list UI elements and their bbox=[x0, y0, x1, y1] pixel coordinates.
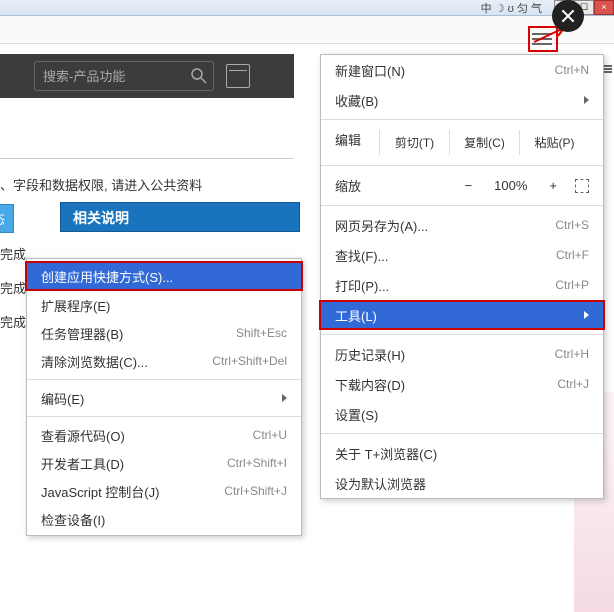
menu-find[interactable]: 查找(F)...Ctrl+F bbox=[321, 240, 603, 270]
status-cell: 完成 bbox=[0, 272, 26, 306]
submenu-encoding[interactable]: 编码(E) bbox=[27, 384, 301, 412]
menu-cut[interactable]: 剪切(T) bbox=[379, 130, 449, 155]
close-window-button[interactable]: × bbox=[594, 0, 614, 15]
zoom-in-button[interactable]: + bbox=[545, 178, 561, 193]
chevron-right-icon bbox=[584, 311, 589, 319]
menu-settings[interactable]: 设置(S) bbox=[321, 399, 603, 429]
submenu-inspect[interactable]: 检查设备(I) bbox=[27, 505, 301, 533]
menu-edit-row: 编辑 剪切(T) 复制(C) 粘贴(P) bbox=[321, 124, 603, 161]
submenu-js-console[interactable]: JavaScript 控制台(J)Ctrl+Shift+J bbox=[27, 477, 301, 505]
chevron-right-icon bbox=[282, 394, 287, 402]
menu-copy[interactable]: 复制(C) bbox=[449, 130, 519, 155]
menu-save-as[interactable]: 网页另存为(A)...Ctrl+S bbox=[321, 210, 603, 240]
submenu-task-manager[interactable]: 任务管理器(B)Shift+Esc bbox=[27, 319, 301, 347]
status-tab[interactable]: 状态 bbox=[0, 204, 14, 233]
secondary-menu-icon[interactable] bbox=[604, 64, 614, 74]
app-toolbar bbox=[0, 54, 294, 98]
submenu-create-shortcut[interactable]: 创建应用快捷方式(S)... bbox=[25, 261, 303, 291]
submenu-dev-tools[interactable]: 开发者工具(D)Ctrl+Shift+I bbox=[27, 449, 301, 477]
status-cell: 完成 bbox=[0, 238, 26, 272]
annotation-close-badge bbox=[552, 0, 584, 32]
calendar-icon[interactable] bbox=[226, 64, 250, 88]
menu-zoom-label: 缩放 bbox=[335, 176, 461, 195]
search-box[interactable] bbox=[34, 61, 214, 91]
description-header: 相关说明 bbox=[60, 202, 300, 232]
permission-notice: 、字段和数据权限, 请进入公共资料 bbox=[0, 159, 294, 204]
tools-submenu: 创建应用快捷方式(S)... 扩展程序(E) 任务管理器(B)Shift+Esc… bbox=[26, 258, 302, 536]
chevron-right-icon bbox=[584, 96, 589, 104]
search-icon[interactable] bbox=[185, 62, 213, 90]
zoom-value: 100% bbox=[490, 178, 531, 193]
ime-indicator: 中 ☽ ʊ 匀 气 bbox=[481, 0, 542, 16]
menu-print[interactable]: 打印(P)...Ctrl+P bbox=[321, 270, 603, 300]
browser-tabstrip bbox=[0, 16, 614, 44]
search-input[interactable] bbox=[35, 69, 185, 84]
submenu-extensions[interactable]: 扩展程序(E) bbox=[27, 291, 301, 319]
menu-paste[interactable]: 粘贴(P) bbox=[519, 130, 589, 155]
window-titlebar: 中 ☽ ʊ 匀 气 – ☐ × bbox=[0, 0, 614, 16]
menu-new-window[interactable]: 新建窗口(N)Ctrl+N bbox=[321, 55, 603, 85]
menu-about[interactable]: 关于 T+浏览器(C) bbox=[321, 438, 603, 468]
status-cell: 完成 bbox=[0, 306, 26, 340]
menu-favorites[interactable]: 收藏(B) bbox=[321, 85, 603, 115]
submenu-view-source[interactable]: 查看源代码(O)Ctrl+U bbox=[27, 421, 301, 449]
zoom-out-button[interactable]: − bbox=[461, 178, 477, 193]
browser-main-menu: 新建窗口(N)Ctrl+N 收藏(B) 编辑 剪切(T) 复制(C) 粘贴(P)… bbox=[320, 54, 604, 499]
status-column: 完成 完成 完成 bbox=[0, 238, 26, 340]
fullscreen-icon[interactable] bbox=[575, 179, 589, 193]
menu-history[interactable]: 历史记录(H)Ctrl+H bbox=[321, 339, 603, 369]
menu-tools[interactable]: 工具(L) bbox=[319, 300, 605, 330]
menu-zoom-row: 缩放 − 100% + bbox=[321, 170, 603, 201]
menu-edit-label: 编辑 bbox=[335, 130, 379, 155]
submenu-clear-data[interactable]: 清除浏览数据(C)...Ctrl+Shift+Del bbox=[27, 347, 301, 375]
menu-downloads[interactable]: 下载内容(D)Ctrl+J bbox=[321, 369, 603, 399]
menu-set-default[interactable]: 设为默认浏览器 bbox=[321, 468, 603, 498]
